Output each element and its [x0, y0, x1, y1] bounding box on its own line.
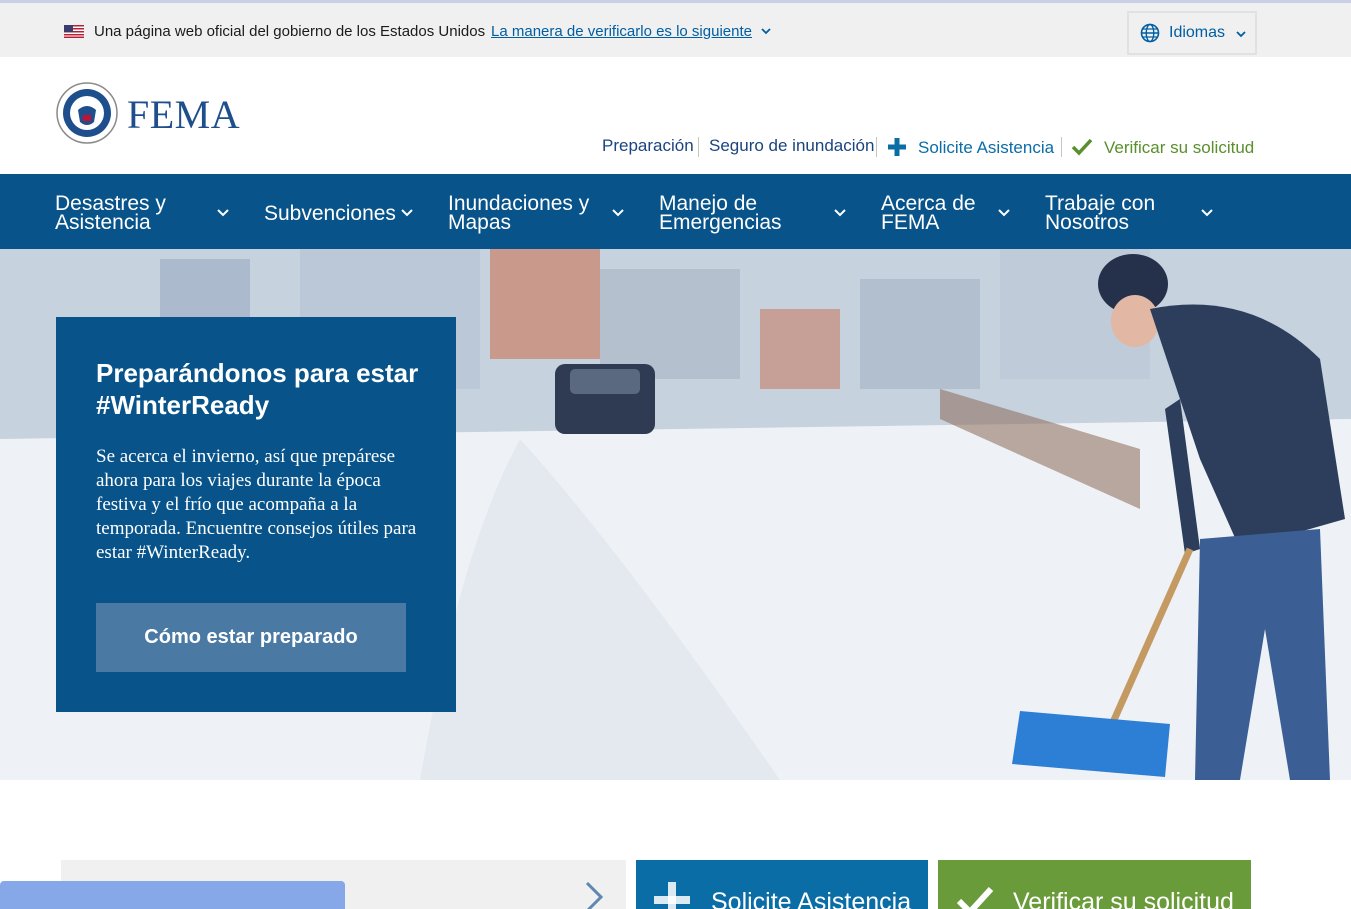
verify-application-card[interactable]: Verificar su solicitud: [938, 860, 1251, 909]
language-label: Idiomas: [1169, 24, 1226, 41]
chevron-down-icon: [1236, 31, 1246, 38]
verify-application-label: Verificar su solicitud: [1013, 888, 1234, 909]
chevron-down-icon[interactable]: [216, 206, 230, 220]
main-navigation: Desastres y Asistencia Subvenciones Inun…: [0, 174, 1351, 249]
us-flag-icon: [64, 25, 84, 38]
apply-assistance-label: Solicite Asistencia: [711, 888, 912, 909]
hero-description: Se acerca el invierno, así que prepárese…: [96, 446, 417, 563]
checkmark-icon: [1072, 138, 1092, 156]
chevron-down-icon[interactable]: [997, 206, 1011, 220]
site-header: FEMA Preparación Seguro de inundación So…: [0, 57, 1351, 174]
plus-icon: [888, 138, 906, 156]
util-divider: [1061, 137, 1062, 157]
globe-icon: [1140, 23, 1160, 43]
language-button[interactable]: Idiomas: [1127, 11, 1257, 55]
gov-banner: Una página web oficial del gobierno de l…: [0, 0, 1351, 57]
apply-assistance-card[interactable]: Solicite Asistencia: [636, 860, 928, 909]
nav-acerca-fema[interactable]: Acerca de FEMA: [881, 193, 976, 233]
nav-desastres-asistencia[interactable]: Desastres y Asistencia: [55, 193, 166, 233]
dhs-seal-icon[interactable]: [56, 82, 118, 144]
verify-site-link[interactable]: La manera de verificarlo es lo siguiente: [491, 23, 752, 40]
nav-subvenciones[interactable]: Subvenciones: [264, 203, 396, 224]
nav-trabaje-nosotros[interactable]: Trabaje con Nosotros: [1045, 193, 1155, 233]
checkmark-icon: [956, 886, 994, 909]
chevron-down-icon[interactable]: [400, 206, 414, 220]
chevron-down-icon[interactable]: [1200, 206, 1214, 220]
quick-links-section: Solicite Asistencia Verificar su solicit…: [0, 780, 1351, 909]
util-divider: [876, 137, 877, 157]
chevron-down-icon[interactable]: [833, 206, 847, 220]
nav-inundaciones-mapas[interactable]: Inundaciones y Mapas: [448, 193, 589, 233]
how-to-prepare-button[interactable]: Cómo estar preparado: [96, 603, 406, 672]
util-link-preparacion[interactable]: Preparación: [602, 136, 694, 156]
util-link-solicite[interactable]: Solicite Asistencia: [918, 138, 1054, 158]
util-divider: [698, 137, 699, 157]
plus-icon: [654, 882, 690, 909]
nav-manejo-emergencias[interactable]: Manejo de Emergencias: [659, 193, 782, 233]
chevron-down-icon[interactable]: [611, 206, 625, 220]
fema-logo-text[interactable]: FEMA: [127, 91, 240, 138]
hero-banner: Preparándonos para estar #WinterReady Se…: [0, 249, 1351, 780]
hero-title: Preparándonos para estar #WinterReady: [96, 358, 419, 420]
util-link-seguro[interactable]: Seguro de inundación: [709, 136, 874, 156]
util-link-verificar[interactable]: Verificar su solicitud: [1104, 138, 1254, 158]
feedback-tab[interactable]: [0, 881, 345, 909]
chevron-right-icon: [585, 881, 604, 909]
hero-card: Preparándonos para estar #WinterReady Se…: [56, 317, 456, 712]
chevron-down-icon[interactable]: [760, 25, 772, 37]
gov-banner-text: Una página web oficial del gobierno de l…: [94, 23, 486, 40]
